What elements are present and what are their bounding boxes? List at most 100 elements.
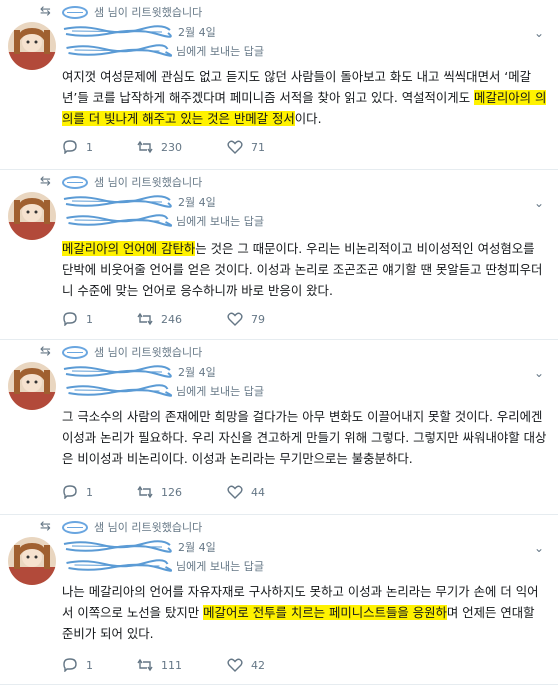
like-button[interactable]: 71 bbox=[227, 140, 302, 154]
reply-context[interactable]: 님에게 보내는 답글 bbox=[62, 558, 264, 574]
retweeted-by-label: 샘 님이 리트윗했습니다 bbox=[94, 521, 203, 534]
tweet-text: 그 극소수의 사람의 존재에만 희망을 걸다가는 아무 변화도 이끌어내지 못할… bbox=[62, 406, 547, 469]
reply-button[interactable]: 1 bbox=[62, 658, 137, 672]
retweeter-avatar bbox=[62, 520, 88, 534]
retweet-count: 246 bbox=[161, 312, 182, 326]
tweet-actions: 1 246 79 bbox=[62, 312, 302, 326]
text-segment: 그 극소수의 사람의 존재에만 희망을 걸다가는 아무 변화도 이끌어내지 못할… bbox=[62, 409, 547, 466]
reply-to-label: 님에게 보내는 답글 bbox=[176, 45, 264, 58]
highlighted-text: 메갈어로 전투를 치르는 페미니스트들을 응원하 bbox=[203, 605, 447, 620]
tweet-header[interactable]: 2월 4일 bbox=[62, 194, 216, 210]
like-count: 79 bbox=[251, 312, 265, 326]
like-count: 44 bbox=[251, 485, 265, 499]
retweeter-avatar bbox=[62, 175, 88, 189]
retweeter-avatar bbox=[62, 345, 88, 359]
text-segment: 이다. bbox=[294, 111, 322, 126]
retweet-icon: ⇆ bbox=[40, 4, 51, 19]
retweet-context[interactable]: 샘 님이 리트윗했습니다 bbox=[62, 344, 202, 360]
tweet-header[interactable]: 2월 4일 bbox=[62, 24, 216, 40]
like-button[interactable]: 42 bbox=[227, 658, 302, 672]
chevron-down-icon[interactable]: ⌄ bbox=[534, 26, 544, 40]
tweet-actions: 1 111 42 bbox=[62, 658, 302, 672]
redacted-name-scribble bbox=[66, 214, 172, 227]
reply-to-label: 님에게 보내는 답글 bbox=[176, 385, 264, 398]
reply-context[interactable]: 님에게 보내는 답글 bbox=[62, 383, 264, 399]
text-segment: 여지껏 여성문제에 관심도 없고 듣지도 않던 사람들이 돌아보고 화도 내고 … bbox=[62, 69, 532, 105]
redacted-name-scribble bbox=[66, 559, 172, 572]
reply-icon bbox=[63, 485, 77, 499]
tweet-item[interactable]: ⇆ 샘 님이 리트윗했습니다 2월 4일 ⌄ bbox=[0, 340, 558, 515]
reply-icon bbox=[63, 312, 77, 326]
redacted-name-scribble bbox=[66, 384, 172, 397]
redacted-name-scribble bbox=[63, 540, 172, 553]
retweet-icon bbox=[137, 312, 153, 326]
tweet-date[interactable]: 2월 4일 bbox=[178, 364, 216, 380]
tweet-date[interactable]: 2월 4일 bbox=[178, 539, 216, 555]
tweet-text: 여지껏 여성문제에 관심도 없고 듣지도 않던 사람들이 돌아보고 화도 내고 … bbox=[62, 66, 547, 129]
tweet-item[interactable]: ⇆ 샘 님이 리트윗했습니다 2월 4일 ⌄ bbox=[0, 0, 558, 170]
reply-context[interactable]: 님에게 보내는 답글 bbox=[62, 43, 264, 59]
chevron-down-icon[interactable]: ⌄ bbox=[534, 366, 544, 380]
retweet-context[interactable]: 샘 님이 리트윗했습니다 bbox=[62, 174, 202, 190]
reply-icon bbox=[63, 658, 77, 672]
avatar[interactable] bbox=[8, 22, 56, 70]
retweet-icon bbox=[137, 485, 153, 499]
chevron-down-icon[interactable]: ⌄ bbox=[534, 541, 544, 555]
retweeted-by-label: 샘 님이 리트윗했습니다 bbox=[94, 346, 203, 359]
tweet-actions: 1 230 71 bbox=[62, 140, 302, 154]
redacted-name-scribble bbox=[63, 195, 172, 208]
reply-context[interactable]: 님에게 보내는 답글 bbox=[62, 213, 264, 229]
avatar[interactable] bbox=[8, 192, 56, 240]
retweet-context[interactable]: 샘 님이 리트윗했습니다 bbox=[62, 4, 202, 20]
retweeter-avatar bbox=[62, 5, 88, 19]
redacted-name-scribble bbox=[63, 365, 172, 378]
retweet-icon: ⇆ bbox=[40, 519, 51, 534]
tweet-date[interactable]: 2월 4일 bbox=[178, 24, 216, 40]
reply-button[interactable]: 1 bbox=[62, 140, 137, 154]
like-count: 42 bbox=[251, 658, 265, 672]
avatar[interactable] bbox=[8, 362, 56, 410]
redacted-name-scribble bbox=[66, 44, 172, 57]
tweet-header[interactable]: 2월 4일 bbox=[62, 364, 216, 380]
tweet-text: 메갈리아의 언어에 감탄하는 것은 그 때문이다. 우리는 비논리적이고 비이성… bbox=[62, 238, 547, 301]
reply-count: 1 bbox=[86, 485, 93, 499]
tweet-item[interactable]: ⇆ 샘 님이 리트윗했습니다 2월 4일 ⌄ bbox=[0, 170, 558, 340]
reply-button[interactable]: 1 bbox=[62, 312, 137, 326]
retweet-count: 111 bbox=[161, 658, 182, 672]
tweet-item[interactable]: ⇆ 샘 님이 리트윗했습니다 2월 4일 ⌄ bbox=[0, 515, 558, 685]
retweet-icon bbox=[137, 140, 153, 154]
tweet-text: 나는 메갈리아의 언어를 자유자재로 구사하지도 못하고 이성과 논리라는 무기… bbox=[62, 581, 547, 644]
like-button[interactable]: 79 bbox=[227, 312, 302, 326]
retweet-button[interactable]: 126 bbox=[137, 485, 227, 499]
retweet-count: 230 bbox=[161, 140, 182, 154]
heart-icon bbox=[227, 485, 243, 499]
retweet-icon: ⇆ bbox=[40, 344, 51, 359]
retweet-icon bbox=[137, 658, 153, 672]
retweet-button[interactable]: 111 bbox=[137, 658, 227, 672]
retweet-button[interactable]: 246 bbox=[137, 312, 227, 326]
tweet-date[interactable]: 2월 4일 bbox=[178, 194, 216, 210]
retweet-context[interactable]: 샘 님이 리트윗했습니다 bbox=[62, 519, 202, 535]
heart-icon bbox=[227, 140, 243, 154]
reply-count: 1 bbox=[86, 140, 93, 154]
heart-icon bbox=[227, 312, 243, 326]
reply-to-label: 님에게 보내는 답글 bbox=[176, 560, 264, 573]
tweet-header[interactable]: 2월 4일 bbox=[62, 539, 216, 555]
reply-count: 1 bbox=[86, 312, 93, 326]
reply-count: 1 bbox=[86, 658, 93, 672]
chevron-down-icon[interactable]: ⌄ bbox=[534, 196, 544, 210]
heart-icon bbox=[227, 658, 243, 672]
retweeted-by-label: 샘 님이 리트윗했습니다 bbox=[94, 176, 203, 189]
retweet-icon: ⇆ bbox=[40, 174, 51, 189]
retweet-count: 126 bbox=[161, 485, 182, 499]
reply-icon bbox=[63, 140, 77, 154]
retweet-button[interactable]: 230 bbox=[137, 140, 227, 154]
highlighted-text: 메갈리아의 언어에 감탄하 bbox=[62, 241, 196, 256]
like-button[interactable]: 44 bbox=[227, 485, 302, 499]
retweeted-by-label: 샘 님이 리트윗했습니다 bbox=[94, 6, 203, 19]
avatar[interactable] bbox=[8, 537, 56, 585]
tweet-actions: 1 126 44 bbox=[62, 485, 302, 499]
redacted-name-scribble bbox=[63, 25, 172, 38]
reply-button[interactable]: 1 bbox=[62, 485, 137, 499]
like-count: 71 bbox=[251, 140, 265, 154]
